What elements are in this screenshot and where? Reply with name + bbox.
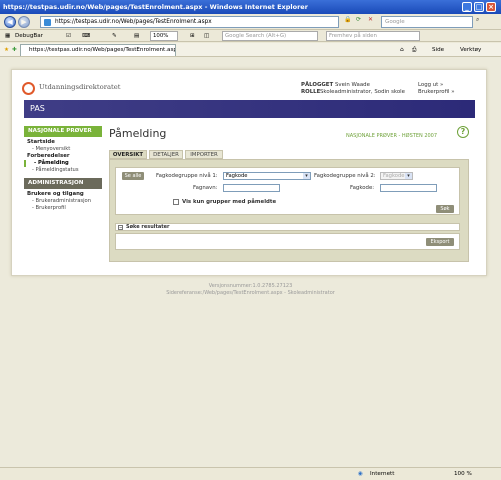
fag2-select[interactable]: Fagkode ▾: [380, 172, 413, 180]
sidebar-item-pameldingstatus[interactable]: - Påmeldingstatus: [24, 167, 102, 174]
zoom-select[interactable]: 100%: [150, 31, 178, 41]
show-all-button[interactable]: Se alle: [122, 172, 144, 180]
zoom-status[interactable]: 100 %: [454, 469, 472, 479]
sidebar-item-brukerprofil[interactable]: - Brukerprofil: [24, 205, 102, 212]
minimize-button[interactable]: _: [462, 2, 472, 12]
results-body: Eksport: [115, 233, 460, 250]
window-title: https://testpas.udir.no/Web/pages/TestEn…: [3, 3, 308, 11]
sidebar-item-brukeradministrasjon[interactable]: - Brukeradministrasjon: [24, 198, 102, 205]
refresh-icon[interactable]: ⟳: [356, 15, 361, 25]
toolbar-icon-b[interactable]: ⌨: [82, 31, 90, 41]
maximize-button[interactable]: □: [474, 2, 484, 12]
browser-toolbar: ▦ DebugBar ☑ ⌨ ✎ ▤ 100% ⊞ ◫ Google Searc…: [0, 30, 501, 42]
context-label: NASJONALE PRØVER - HØSTEN 2007: [346, 133, 438, 139]
globe-icon: ◉: [358, 471, 363, 477]
toolbar-icon-d[interactable]: ▤: [134, 31, 139, 41]
sidebar-section-national-tests: NASJONALE PRØVER: [24, 126, 102, 137]
window-title-bar: https://testpas.udir.no/Web/pages/TestEn…: [0, 0, 501, 14]
fagnavn-input[interactable]: [223, 184, 280, 192]
collapse-icon[interactable]: −: [118, 225, 123, 230]
help-icon[interactable]: ?: [457, 126, 469, 138]
tab-oversikt[interactable]: OVERSIKT: [109, 150, 147, 159]
back-icon[interactable]: ◀: [4, 16, 16, 28]
sidebar-item-pamelding[interactable]: - Påmelding: [24, 160, 102, 167]
fag2-label: Fagkodegruppe nivå 2:: [314, 173, 376, 179]
toolbar-icon-e[interactable]: ⊞: [190, 31, 195, 41]
role-label: ROLLE: [301, 89, 321, 95]
browser-tab-row: ★ ✚ https://testpas.udir.no/Web/pages/Te…: [0, 43, 501, 57]
logo-icon: [22, 82, 35, 95]
fagkode-label: Fagkode:: [350, 185, 375, 191]
chevron-down-icon: ▾: [405, 173, 412, 179]
address-input[interactable]: https://testpas.udir.no/Web/pages/TestEn…: [40, 16, 339, 28]
logout-link[interactable]: Logg ut »: [418, 82, 443, 88]
export-button[interactable]: Eksport: [426, 238, 454, 246]
fag1-select[interactable]: Fagkode ▾: [223, 172, 311, 180]
tab-detaljer[interactable]: DETALJER: [149, 150, 183, 159]
results-header[interactable]: − Søke resultater: [115, 223, 460, 231]
version-text: Versjonsnummer:1.0.2785.27123: [208, 283, 293, 289]
tools-menu[interactable]: Verktøy: [460, 45, 481, 55]
search-form: Se alle Fagkodegruppe nivå 1: Fagkode ▾ …: [115, 167, 460, 215]
sidebar-group-startside[interactable]: Startside: [24, 139, 102, 146]
sidebar: NASJONALE PRØVER Startside - Menyoversik…: [24, 126, 102, 212]
app-banner: PAS: [24, 100, 475, 118]
page-menu[interactable]: Side: [432, 45, 444, 55]
logged-in-user: Svein Waade: [335, 82, 370, 88]
google-search-input[interactable]: Google Search (Alt+G): [222, 31, 318, 41]
favorites-star-icon[interactable]: ★: [4, 45, 9, 55]
page-container: Utdanningsdirektoratet PÅLOGGET Svein Wa…: [11, 69, 487, 276]
page-title: Påmelding: [109, 127, 167, 140]
close-button[interactable]: ×: [486, 2, 496, 12]
debugbar-icon[interactable]: ▦: [5, 31, 10, 41]
sidebar-group-forberedelser[interactable]: Forberedelser: [24, 153, 102, 160]
site-logo-text: Utdanningsdirektoratet: [39, 83, 121, 91]
fagkode-input[interactable]: [380, 184, 437, 192]
toolbar-icon-f[interactable]: ◫: [204, 31, 209, 41]
chevron-down-icon: ▾: [303, 173, 310, 179]
stop-icon[interactable]: ✕: [368, 15, 373, 25]
address-row: ◀ ▶ https://testpas.udir.no/Web/pages/Te…: [0, 14, 501, 30]
fag1-label: Fagkodegruppe nivå 1:: [156, 173, 218, 179]
search-button[interactable]: Søk: [436, 205, 454, 213]
sidebar-section-administration: ADMINISTRASJON: [24, 178, 102, 189]
add-favorite-icon[interactable]: ✚: [12, 45, 17, 55]
sidebar-item-menyoversikt[interactable]: - Menyoversikt: [24, 146, 102, 153]
zone-label: Internett: [370, 471, 395, 477]
forward-icon[interactable]: ▶: [18, 16, 30, 28]
lock-icon[interactable]: 🔒: [344, 15, 351, 25]
search-icon[interactable]: ⌕: [476, 15, 479, 25]
print-icon[interactable]: ⎙: [412, 45, 416, 55]
tab-testenrolment[interactable]: https://testpas.udir.no/Web/pages/TestEn…: [20, 44, 176, 56]
search-input[interactable]: Google: [381, 16, 473, 28]
profile-link[interactable]: Brukerprofil »: [418, 89, 455, 95]
sidebar-group-users[interactable]: Brukere og tilgang: [24, 191, 102, 198]
page-reference-text: Sidereferanse:/Web/pages/TestEnrolment.a…: [166, 290, 335, 296]
toolbar-icon-c[interactable]: ✎: [112, 31, 117, 41]
logged-in-label: PÅLOGGET: [301, 82, 334, 88]
status-bar: ◉ Internett 100 %: [0, 467, 501, 480]
debugbar-button[interactable]: DebugBar: [15, 31, 43, 41]
toolbar-icon-a[interactable]: ☑: [66, 31, 71, 41]
address-url: https://testpas.udir.no/Web/pages/TestEn…: [55, 19, 212, 25]
role-value: Skoleadministrator, Sodin skole: [320, 89, 405, 95]
highlight-input[interactable]: Fremhev på siden: [326, 31, 420, 41]
only-enrolled-checkbox[interactable]: [173, 199, 179, 205]
search-panel: Se alle Fagkodegruppe nivå 1: Fagkode ▾ …: [109, 159, 469, 262]
tab-importer[interactable]: IMPORTER: [185, 150, 223, 159]
only-enrolled-label: Vis kun grupper med påmeldte: [182, 199, 277, 205]
fagnavn-label: Fagnavn:: [193, 185, 218, 191]
home-icon[interactable]: ⌂: [400, 45, 404, 55]
page-icon: [44, 19, 51, 26]
